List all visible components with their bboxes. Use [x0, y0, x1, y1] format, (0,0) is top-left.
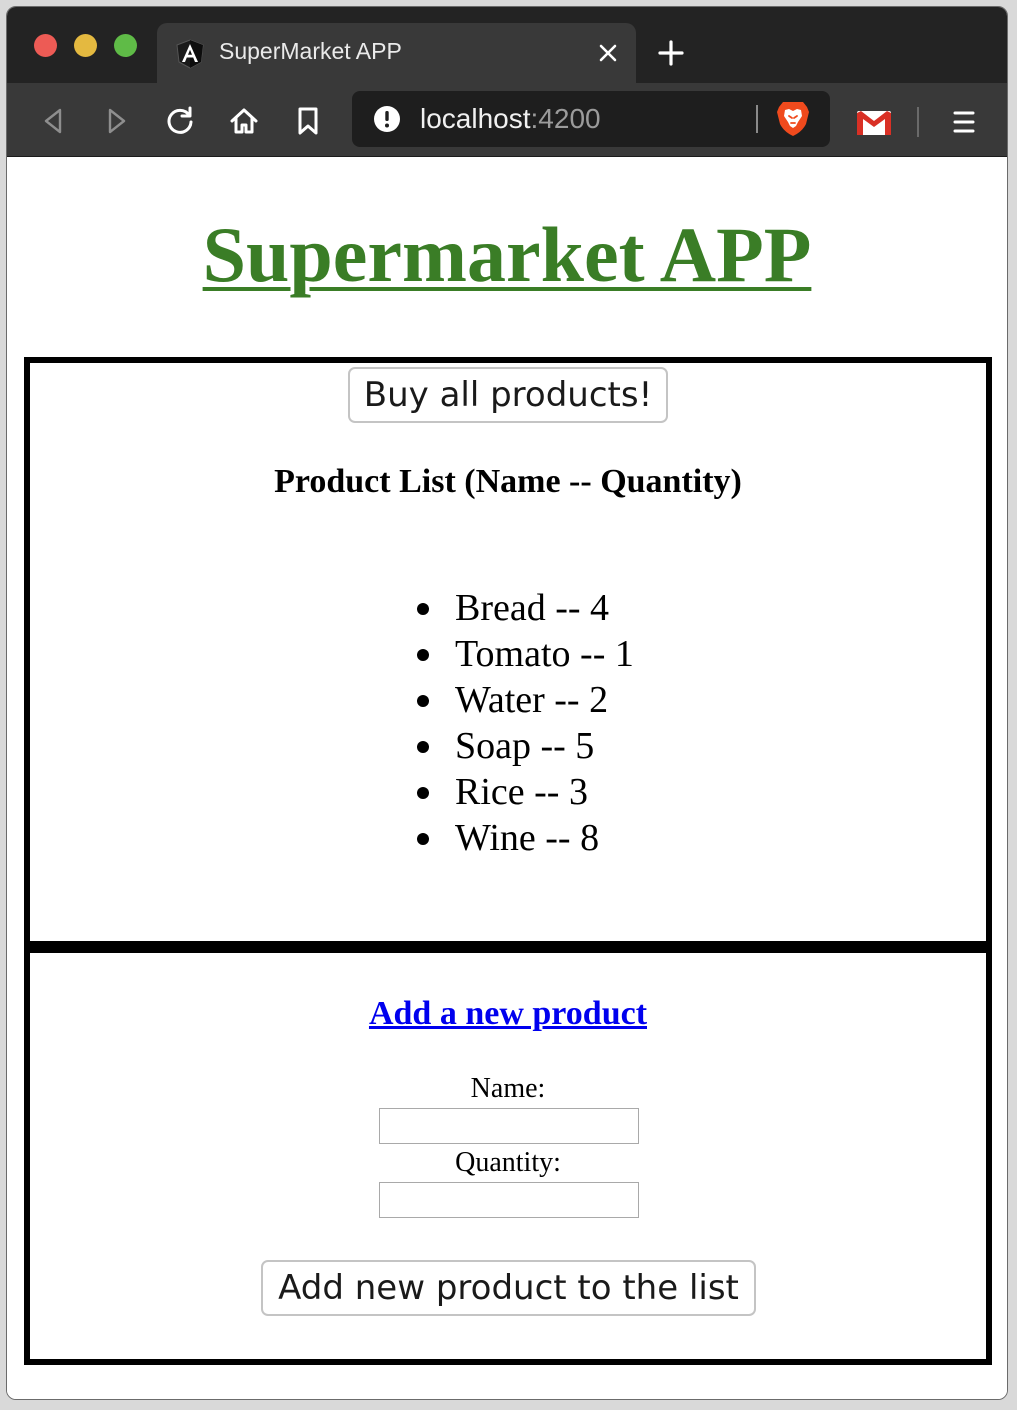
bullet-icon	[417, 787, 429, 799]
back-button[interactable]	[33, 101, 73, 141]
url-host: localhost	[420, 103, 531, 134]
name-label: Name:	[470, 1073, 546, 1104]
add-product-panel: Add a new product Name: Quantity: Add ne…	[24, 947, 992, 1365]
browser-toolbar: localhost:4200	[7, 83, 1007, 157]
toolbar-separator	[917, 107, 919, 137]
quantity-label: Quantity:	[455, 1147, 561, 1178]
product-label: Tomato -- 1	[455, 633, 634, 675]
info-icon[interactable]	[374, 106, 400, 132]
product-label: Water -- 2	[455, 679, 609, 721]
tab-active[interactable]: SuperMarket APP	[157, 23, 636, 83]
product-label: Wine -- 8	[455, 817, 600, 859]
bookmark-icon	[298, 107, 318, 135]
list-item: Tomato -- 1	[417, 631, 634, 677]
tab-strip: SuperMarket APP	[7, 7, 1007, 83]
product-label: Rice -- 3	[455, 771, 588, 813]
maximize-window-button[interactable]	[114, 34, 137, 57]
list-item: Bread -- 4	[417, 585, 634, 631]
list-item: Wine -- 8	[417, 815, 634, 861]
product-list: Bread -- 4 Tomato -- 1 Water -- 2 Soap -…	[417, 585, 634, 861]
quantity-input[interactable]	[379, 1182, 639, 1218]
reload-button[interactable]	[160, 101, 200, 141]
add-product-link[interactable]: Add a new product	[30, 995, 986, 1033]
home-icon	[230, 108, 258, 134]
bullet-icon	[417, 741, 429, 753]
forward-icon	[108, 108, 126, 134]
product-list-heading: Product List (Name -- Quantity)	[274, 463, 742, 500]
page-content: Supermarket APP Buy all products! Produc…	[7, 158, 1007, 1399]
close-window-button[interactable]	[34, 34, 57, 57]
gmail-icon[interactable]	[856, 110, 892, 136]
product-label: Bread -- 4	[455, 587, 610, 629]
back-icon	[44, 108, 62, 134]
list-item: Water -- 2	[417, 677, 634, 723]
home-button[interactable]	[224, 101, 264, 141]
list-item: Soap -- 5	[417, 723, 634, 769]
buy-all-button[interactable]: Buy all products!	[348, 367, 668, 423]
forward-button[interactable]	[97, 101, 137, 141]
bullet-icon	[417, 603, 429, 615]
bookmark-button[interactable]	[288, 101, 328, 141]
address-divider	[756, 105, 758, 133]
brave-lion-icon[interactable]	[775, 100, 811, 138]
page-title: Supermarket APP	[202, 211, 812, 298]
bullet-icon	[417, 833, 429, 845]
address-bar[interactable]: localhost:4200	[352, 91, 830, 147]
browser-window: SuperMarket APP localhost:4200 Supermark…	[6, 6, 1008, 1400]
product-list-panel: Buy all products! Product List (Name -- …	[24, 357, 992, 947]
angular-icon	[176, 39, 204, 69]
tab-title: SuperMarket APP	[219, 38, 402, 64]
new-tab-button[interactable]	[653, 35, 689, 71]
reload-icon	[167, 106, 193, 134]
product-label: Soap -- 5	[455, 725, 595, 767]
minimize-window-button[interactable]	[74, 34, 97, 57]
bullet-icon	[417, 695, 429, 707]
menu-icon[interactable]	[947, 105, 981, 139]
url-text[interactable]: localhost:4200	[420, 103, 601, 135]
add-product-button[interactable]: Add new product to the list	[261, 1260, 756, 1316]
tab-close-button[interactable]	[592, 37, 624, 69]
url-port: :4200	[530, 103, 601, 134]
bullet-icon	[417, 649, 429, 661]
close-icon	[599, 44, 617, 62]
name-input[interactable]	[379, 1108, 639, 1144]
plus-icon	[658, 40, 684, 66]
list-item: Rice -- 3	[417, 769, 634, 815]
